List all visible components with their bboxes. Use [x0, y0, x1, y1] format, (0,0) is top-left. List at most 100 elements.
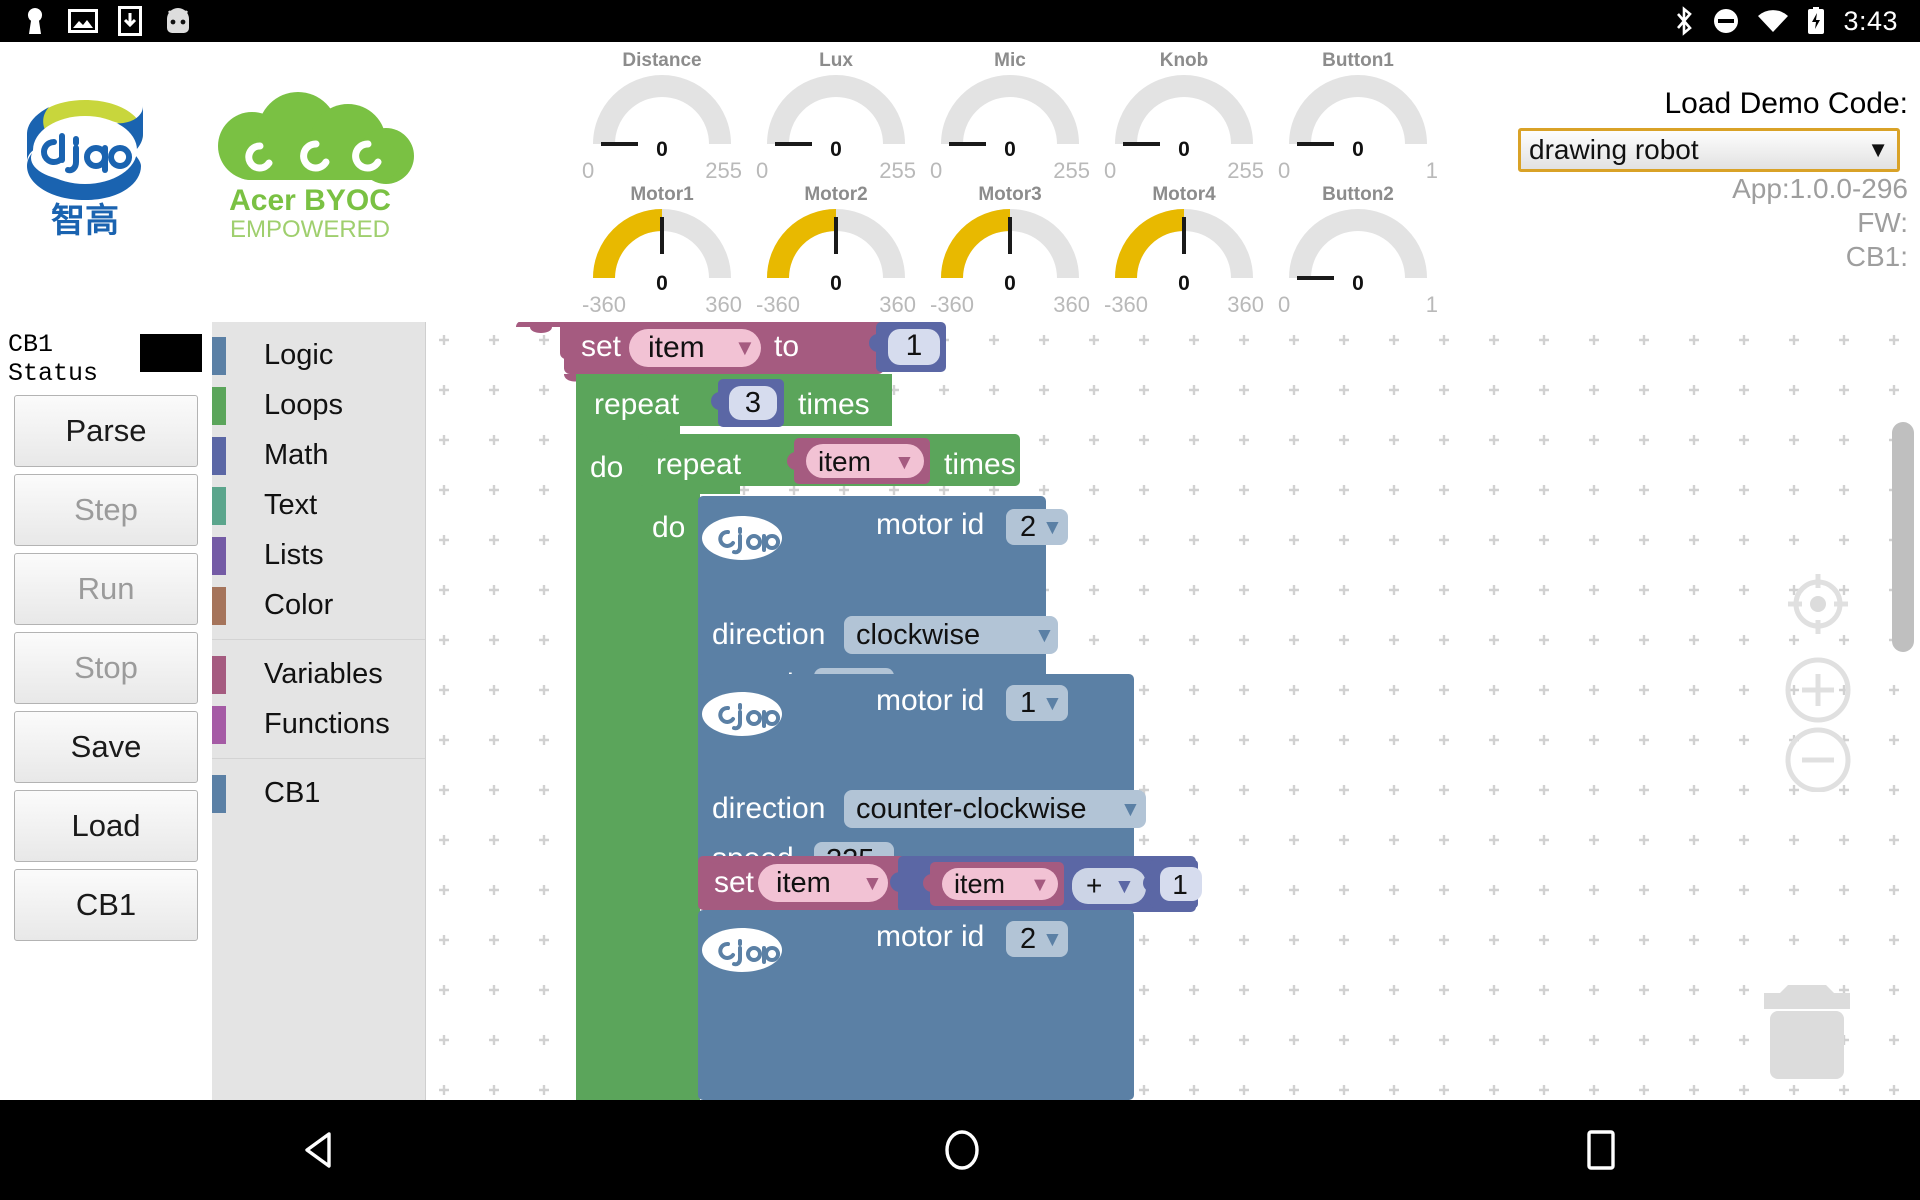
sum-operator: +	[1086, 870, 1102, 901]
set-keyword: set	[581, 330, 622, 363]
toolbox-category-color[interactable]: Color	[212, 580, 425, 630]
gauge-min: 0	[582, 158, 595, 183]
step-button[interactable]: Step	[14, 474, 198, 546]
category-label: Variables	[264, 657, 383, 690]
set-to-keyword: to	[774, 330, 799, 363]
inner-repeat-keyword: repeat	[656, 448, 742, 481]
gauge-label: Knob	[1159, 50, 1209, 71]
toolbox-category-functions[interactable]: Functions	[212, 699, 425, 749]
category-label: CB1	[264, 776, 321, 809]
gauge-label: Motor4	[1152, 184, 1216, 205]
zoom-in-icon[interactable]	[1785, 657, 1851, 723]
blockly-toolbox[interactable]: Logic Loops Math Text Lists Color Variab…	[212, 322, 426, 1100]
gauge-motor4: Motor4 0 -360 360	[1097, 184, 1271, 318]
wifi-icon	[1758, 10, 1789, 33]
sum-operand-variable: item	[954, 869, 1005, 899]
motor-a-direction-label: direction	[712, 618, 825, 651]
motor-b-id-value: 1	[1020, 687, 1036, 719]
workspace-scrollbar[interactable]	[1892, 422, 1914, 652]
workspace-zoom-controls[interactable]	[1778, 572, 1858, 797]
acer-byoc-logo: Acer BYOC EMPOWERED	[190, 82, 430, 243]
category-color-swatch	[212, 656, 226, 694]
motor-b-id-label: motor id	[876, 684, 984, 717]
gauge-label: Lux	[819, 50, 853, 71]
gauge-scale: 0 255	[756, 158, 916, 184]
repeat-keyword: repeat	[594, 388, 680, 421]
chevron-down-icon: ▼	[1042, 928, 1063, 951]
gauge-min: -360	[756, 292, 801, 317]
block-set-item-to-1[interactable]: 1 set item ▼ to	[516, 322, 946, 382]
save-button[interactable]: Save	[14, 711, 198, 783]
gauge-min: 0	[1104, 158, 1117, 183]
sensor-gauges: Distance 0 0 255 Lux 0 0 255 Mic 0 0 255…	[575, 50, 1445, 318]
chevron-down-icon: ▼	[894, 451, 915, 474]
center-target-icon[interactable]	[1788, 574, 1848, 634]
gauge-dial: 0	[1114, 208, 1254, 295]
motor-b-direction-label: direction	[712, 792, 825, 825]
gauge-dial: 0	[1288, 208, 1428, 295]
motor-b-direction-value: counter-clockwise	[856, 793, 1086, 825]
trash-icon[interactable]	[1752, 975, 1862, 1090]
motor-a-id-value: 2	[1020, 511, 1036, 543]
blockly-workspace[interactable]: 1 set item ▼ to repeat 3 times do repeat…	[426, 322, 1920, 1100]
demo-code-select[interactable]: drawing robot ▼	[1518, 128, 1900, 172]
gauge-max: 360	[705, 292, 742, 317]
download-icon	[118, 6, 142, 36]
cb1-version: CB1:	[1845, 241, 1908, 272]
load-button[interactable]: Load	[14, 790, 198, 862]
recents-icon[interactable]	[1581, 1127, 1621, 1173]
toolbox-category-cb1[interactable]: CB1	[212, 768, 425, 818]
svg-text:EMPOWERED: EMPOWERED	[230, 216, 390, 242]
stop-button[interactable]: Stop	[14, 632, 198, 704]
back-icon[interactable]	[299, 1128, 343, 1172]
category-color-swatch	[212, 487, 226, 525]
block-motor-c[interactable]: motor id 2 ▼	[698, 910, 1134, 1100]
set-item-value: 1	[906, 329, 923, 362]
gauge-max: 1	[1425, 158, 1438, 183]
parse-button[interactable]: Parse	[14, 395, 198, 467]
gauge-dial: 0	[592, 208, 732, 295]
gauge-scale: -360 360	[930, 292, 1090, 318]
gauge-label: Button1	[1322, 50, 1394, 71]
gauge-label: Motor3	[978, 184, 1042, 205]
gauge-label: Mic	[994, 50, 1026, 71]
motor-a-direction-value: clockwise	[856, 619, 980, 651]
repeat-count: 3	[745, 387, 761, 419]
chevron-down-icon: ▼	[734, 335, 756, 360]
android-nav-bar[interactable]	[0, 1100, 1920, 1200]
cb1-button[interactable]: CB1	[14, 869, 198, 941]
block-motor-a[interactable]: motor id 2 ▼ direction clockwise ▼ speed…	[698, 496, 1068, 704]
app-version: App:1.0.0-296	[1732, 173, 1908, 204]
block-set-item-sum[interactable]: set item ▼ to item ▼ + ▼ 1	[698, 856, 1202, 918]
demo-code-label: Load Demo Code:	[1664, 87, 1909, 120]
gauge-max: 1	[1425, 292, 1438, 317]
toolbox-category-math[interactable]: Math	[212, 430, 425, 480]
gauge-max: 360	[879, 292, 916, 317]
status-bar-left-icons	[0, 6, 194, 36]
fw-version: FW:	[1857, 207, 1908, 238]
zoom-out-icon[interactable]	[1785, 727, 1851, 793]
toolbox-category-text[interactable]: Text	[212, 480, 425, 530]
toolbox-separator	[212, 749, 425, 759]
gauge-max: 255	[879, 158, 916, 183]
run-button[interactable]: Run	[14, 553, 198, 625]
toolbox-category-logic[interactable]: Logic	[212, 330, 425, 380]
gauge-max: 360	[1053, 292, 1090, 317]
toolbox-category-loops[interactable]: Loops	[212, 380, 425, 430]
control-panel: CB1 Status Parse Step Run Stop Save Load CB1	[0, 322, 212, 1100]
block-program[interactable]: 1 set item ▼ to repeat 3 times do repeat…	[426, 322, 1920, 1100]
toolbox-category-lists[interactable]: Lists	[212, 530, 425, 580]
category-label: Functions	[264, 707, 390, 740]
toolbox-category-variables[interactable]: Variables	[212, 649, 425, 699]
category-label: Text	[264, 488, 318, 521]
android-icon	[167, 8, 189, 33]
block-motor-b[interactable]: motor id 1 ▼ direction counter-clockwise…	[698, 674, 1146, 878]
home-icon[interactable]	[940, 1126, 984, 1174]
chevron-down-icon: ▼	[1030, 874, 1050, 896]
chevron-down-icon: ▼	[1114, 875, 1135, 898]
motor-a-id-label: motor id	[876, 508, 984, 541]
gigo-logo	[702, 516, 782, 560]
gauge-button2: Button2 0 0 1	[1271, 184, 1445, 318]
gigo-logo	[702, 692, 782, 736]
gauge-max: 255	[705, 158, 742, 183]
